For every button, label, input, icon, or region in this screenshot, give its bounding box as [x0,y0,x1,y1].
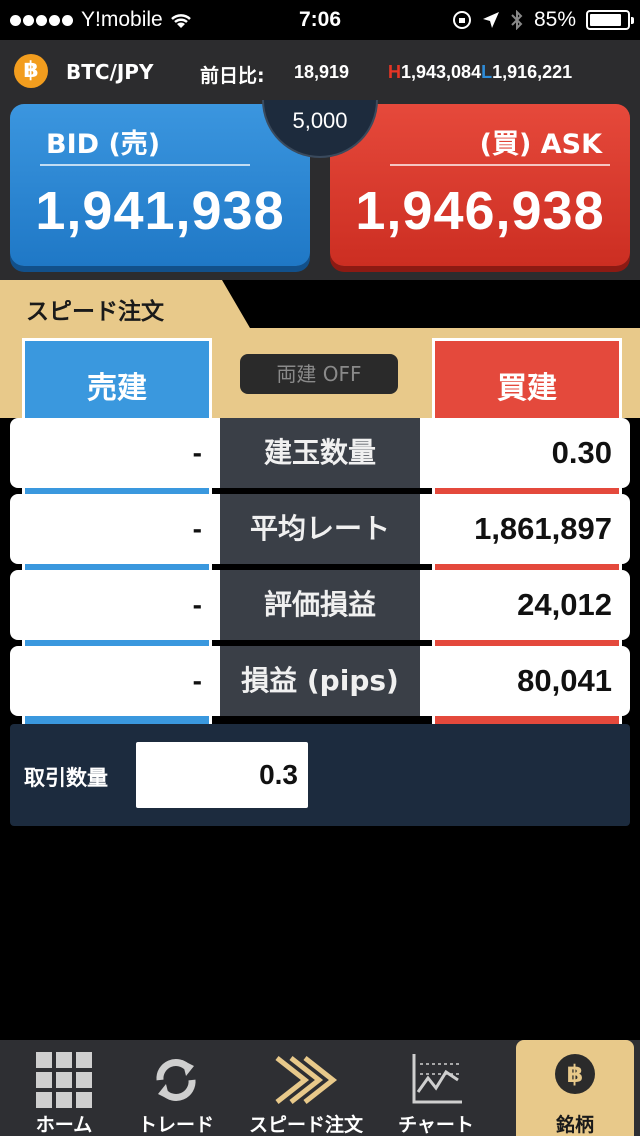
ask-label: (買) ASK [479,129,602,160]
ask-price: 1,946,938 [355,181,605,241]
ask-quote-button[interactable]: (買) ASK 1,946,938 [330,104,630,266]
sell-unrealized-pl: - [10,570,220,640]
stat-label: 平均レート [220,494,420,564]
bitcoin-icon: ฿ [516,1050,634,1110]
speed-order-tab: スピード注文 [0,280,250,328]
tab-chart[interactable]: チャート [372,1040,500,1136]
high-low: H1,943,084L1,916,221 [388,62,572,83]
low-value: 1,916,221 [492,62,573,82]
speed-chevrons-icon [242,1050,370,1110]
status-right: 85% [452,8,634,32]
quantity-input[interactable] [136,742,308,808]
location-icon [482,12,499,28]
high-marker: H [388,62,401,82]
buy-unrealized-pl: 24,012 [420,570,630,640]
buy-pl-pips: 80,041 [420,646,630,716]
stat-label: 評価損益 [220,570,420,640]
stat-row-unrealized-pl: - 評価損益 24,012 [10,570,630,640]
change-value: 18,919 [294,62,350,82]
grid-icon [0,1050,128,1110]
tab-label: スピード注文 [248,1114,363,1136]
ask-divider [390,164,610,166]
tab-label: チャート [398,1114,474,1136]
bitcoin-coin-icon: ฿ [14,54,48,88]
stat-label: 損益 (pips) [220,646,420,716]
tab-label: ホーム [35,1114,93,1136]
stat-row-position-qty: - 建玉数量 0.30 [10,418,630,488]
battery-percent: 85% [533,8,576,31]
sell-label: 売建 [87,371,147,406]
status-bar: Y!mobile 7:06 85% [0,0,640,40]
sell-position-qty: - [10,418,220,488]
bid-quote-button[interactable]: BID (売) 1,941,938 [10,104,310,266]
tab-symbols[interactable]: ฿ 銘柄 [516,1040,634,1136]
stat-row-average-rate: - 平均レート 1,861,897 [10,494,630,564]
bid-label: BID (売) [46,129,161,160]
hedge-toggle[interactable]: 両建 OFF [240,354,398,394]
change-label: 前日比: [200,65,265,87]
stat-label: 建玉数量 [220,418,420,488]
quote-panel: BID (売) 1,941,938 (買) ASK 1,946,938 5,00… [0,100,640,280]
currency-pair: BTC/JPY [66,60,154,84]
speed-order-title: スピード注文 [26,299,164,325]
bid-price: 1,941,938 [35,181,285,241]
tab-home[interactable]: ホーム [0,1040,128,1136]
chart-icon [372,1050,500,1110]
tab-trade[interactable]: トレード [112,1040,240,1136]
sell-pl-pips: - [10,646,220,716]
battery-fill [590,14,621,26]
tab-speed-order[interactable]: スピード注文 [242,1040,370,1136]
stat-row-pl-pips: - 損益 (pips) 80,041 [10,646,630,716]
high-value: 1,943,084 [401,62,482,82]
tab-label: トレード [137,1114,214,1136]
quantity-panel: 取引数量 [10,724,630,826]
bluetooth-icon [511,10,523,30]
ticker-bar: ฿ BTC/JPY 前日比: 18,919 H1,943,084L1,916,2… [0,40,640,100]
low-marker: L [481,62,493,82]
refresh-icon [112,1050,240,1110]
buy-average-rate: 1,861,897 [420,494,630,564]
quantity-label: 取引数量 [24,766,108,790]
buy-label: 買建 [497,371,557,406]
bid-divider [40,164,250,166]
orientation-lock-icon [452,11,471,29]
battery-icon [586,10,634,30]
buy-position-qty: 0.30 [420,418,630,488]
tab-bar: ホーム トレード スピード注文 チャート ฿ 銘柄 [0,1040,640,1136]
bitcoin-badge: ฿ [555,1054,595,1094]
tab-label: 銘柄 [555,1114,594,1136]
sell-average-rate: - [10,494,220,564]
